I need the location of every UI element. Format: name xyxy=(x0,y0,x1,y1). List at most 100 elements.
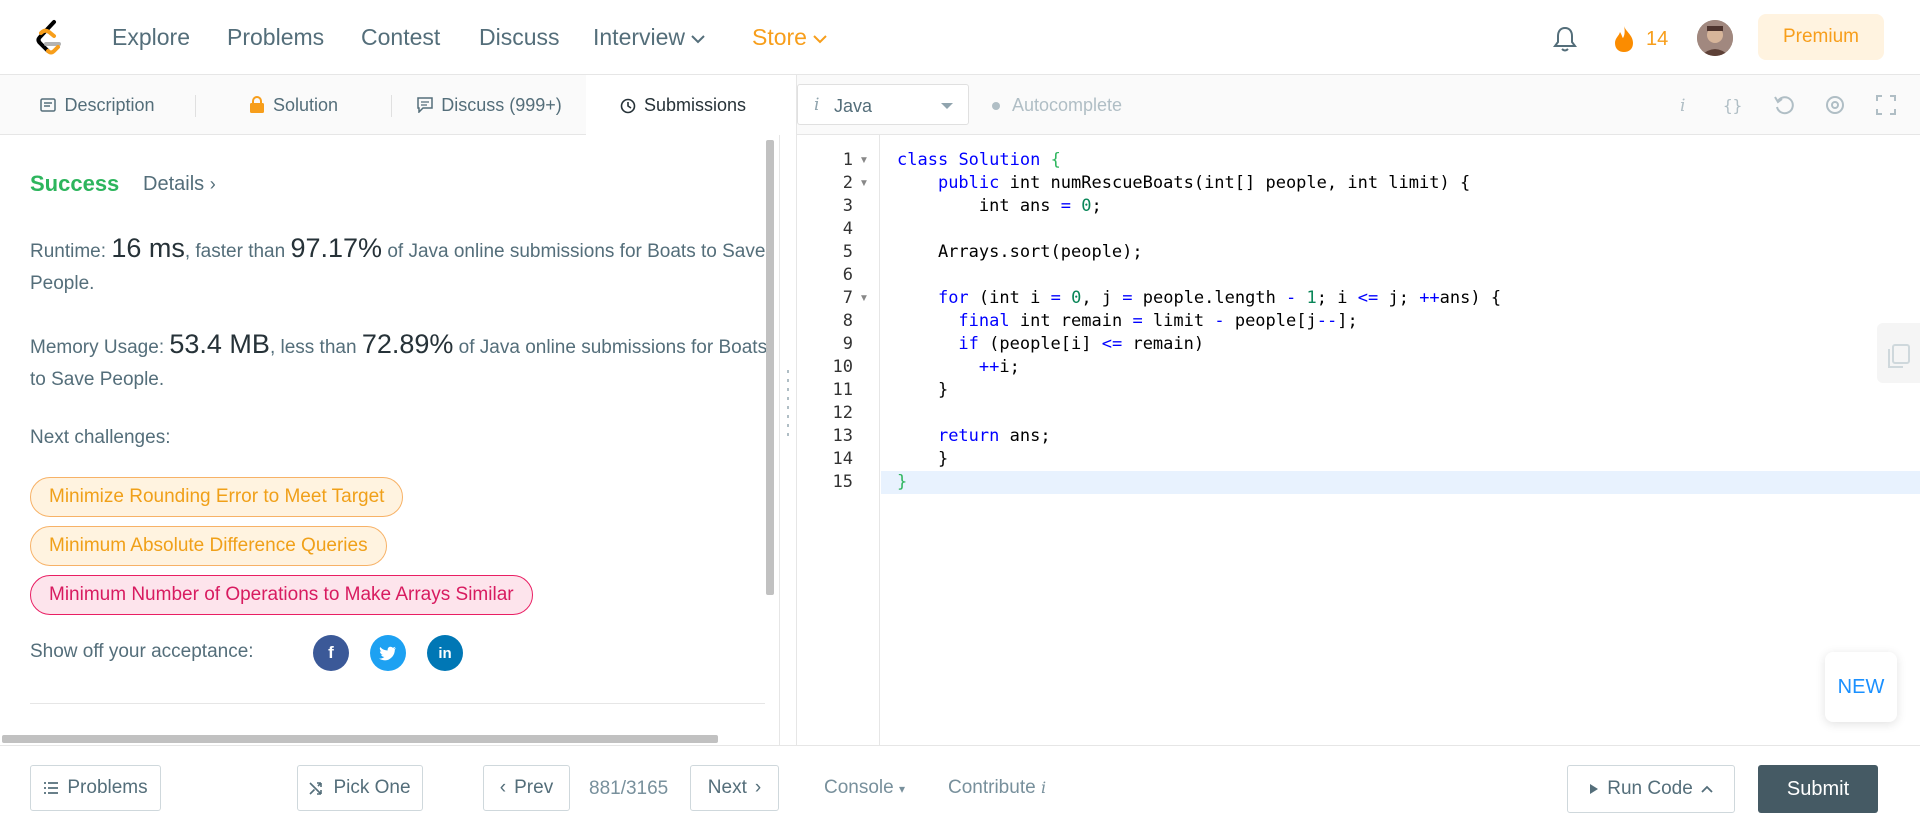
code-line: class Solution { xyxy=(897,150,1061,170)
share-label: Show off your acceptance: xyxy=(30,641,254,662)
prev-button[interactable]: ‹ Prev xyxy=(483,765,570,811)
code-line: return ans; xyxy=(937,426,1051,446)
pane-resize-handle[interactable] xyxy=(780,75,796,745)
line-number: 4 xyxy=(842,219,853,239)
line-number: 3 xyxy=(842,196,853,216)
language-label: Java xyxy=(834,96,873,116)
contribute-link[interactable]: Contribute i xyxy=(948,777,1046,799)
bottom-bar: Problems Pick One ‹ Prev 881/3165 Next ›… xyxy=(0,745,1920,816)
contribute-label: Contribute xyxy=(948,777,1036,798)
streak-count[interactable]: 14 xyxy=(1646,28,1668,51)
console-toggle[interactable]: Console ▾ xyxy=(824,777,905,799)
line-number: 8 xyxy=(842,311,853,331)
runtime-text: Runtime: 16 ms, faster than 97.17% of Ja… xyxy=(30,232,770,300)
line-number: 12 xyxy=(832,403,853,423)
nav-store-label: Store xyxy=(752,24,807,50)
clock-icon xyxy=(620,98,636,114)
info-icon: i xyxy=(814,95,820,115)
fold-arrow-icon[interactable]: ▼ xyxy=(859,293,869,304)
nav-interview-label: Interview xyxy=(593,24,686,50)
horizontal-scrollbar[interactable] xyxy=(2,735,718,743)
challenge-chip[interactable]: Minimum Number of Operations to Make Arr… xyxy=(30,575,533,615)
nav-explore[interactable]: Explore xyxy=(112,24,190,51)
code-line: int ans = 0; xyxy=(897,196,1102,216)
details-link[interactable]: Details › xyxy=(143,173,216,196)
nav-contest[interactable]: Contest xyxy=(361,24,440,51)
discuss-icon xyxy=(417,97,433,113)
pick-one-button[interactable]: Pick One xyxy=(297,765,423,811)
chevron-right-icon: › xyxy=(209,174,216,194)
run-code-label: Run Code xyxy=(1607,778,1693,799)
bell-icon[interactable] xyxy=(1552,25,1578,53)
svg-text:{}: {} xyxy=(1723,96,1742,115)
linkedin-icon[interactable]: in xyxy=(427,635,463,671)
problems-list-button[interactable]: Problems xyxy=(30,765,161,811)
editor-toolbar: i Java Autocomplete i {} xyxy=(796,75,1920,135)
twitter-icon[interactable] xyxy=(370,635,406,671)
reset-icon[interactable] xyxy=(1772,93,1796,117)
line-number-gutter: 1 2 3 4 5 6 7 8 9 10 11 12 13 14 15 ▼ ▼ … xyxy=(797,135,880,745)
tab-description[interactable]: Description xyxy=(0,75,195,135)
line-number: 10 xyxy=(832,357,853,377)
memory-percentile: 72.89% xyxy=(361,329,454,359)
autocomplete-toggle[interactable]: Autocomplete xyxy=(1012,95,1122,116)
lock-icon xyxy=(249,96,265,114)
tab-submissions[interactable]: Submissions xyxy=(586,75,780,136)
caret-down-icon: ▾ xyxy=(899,782,906,796)
run-code-button[interactable]: Run Code xyxy=(1567,765,1735,813)
vertical-scrollbar[interactable] xyxy=(766,140,774,595)
fire-icon[interactable] xyxy=(1611,24,1637,54)
fold-arrow-icon[interactable]: ▼ xyxy=(859,178,869,189)
challenge-chip[interactable]: Minimum Absolute Difference Queries xyxy=(30,526,387,566)
current-line-highlight xyxy=(881,471,1920,494)
avatar[interactable] xyxy=(1697,20,1733,56)
code-line: ++i; xyxy=(978,357,1020,377)
tab-discuss-label: Discuss (999+) xyxy=(441,94,562,115)
fold-arrow-icon[interactable]: ▼ xyxy=(859,155,869,166)
info-icon[interactable]: i xyxy=(1671,93,1695,117)
next-button[interactable]: Next › xyxy=(690,765,779,811)
code-line: for (int i = 0, j = people.length - 1; i… xyxy=(937,288,1502,308)
fullscreen-icon[interactable] xyxy=(1874,93,1898,117)
chevron-left-icon: ‹ xyxy=(499,777,507,798)
tab-discuss[interactable]: Discuss (999+) xyxy=(392,75,587,135)
prev-label: Prev xyxy=(514,777,554,798)
code-line: } xyxy=(897,449,949,469)
info-icon: i xyxy=(1040,778,1047,797)
tab-description-label: Description xyxy=(64,94,155,115)
line-number: 11 xyxy=(832,380,853,400)
code-line: public int numRescueBoats(int[] people, … xyxy=(937,173,1471,193)
code-format-icon[interactable]: {} xyxy=(1721,93,1745,117)
code-editor[interactable]: 1 2 3 4 5 6 7 8 9 10 11 12 13 14 15 ▼ ▼ … xyxy=(796,135,1920,745)
nav-problems[interactable]: Problems xyxy=(227,24,324,51)
nav-discuss[interactable]: Discuss xyxy=(479,24,560,51)
settings-icon[interactable] xyxy=(1823,93,1847,117)
nav-store[interactable]: Store xyxy=(752,24,827,51)
facebook-icon[interactable]: f xyxy=(313,635,349,671)
details-label: Details xyxy=(143,173,205,195)
line-number: 7 xyxy=(842,288,853,308)
divider xyxy=(30,703,765,704)
list-icon xyxy=(43,781,59,795)
side-panel-toggle[interactable] xyxy=(1877,323,1920,383)
nav-interview[interactable]: Interview xyxy=(593,24,705,51)
code-line: } xyxy=(897,472,908,492)
console-label: Console xyxy=(824,777,894,798)
line-number: 15 xyxy=(832,472,853,492)
problem-tabs: Description Solution Discuss (999+) Subm… xyxy=(0,75,780,136)
challenge-chip[interactable]: Minimize Rounding Error to Meet Target xyxy=(30,477,404,517)
code-line: } xyxy=(897,380,949,400)
code-line: Arrays.sort(people); xyxy=(897,242,1143,262)
submit-button[interactable]: Submit xyxy=(1758,765,1878,813)
new-feature-button[interactable]: NEW xyxy=(1825,652,1897,722)
svg-text:i: i xyxy=(1680,96,1685,116)
chevron-up-icon xyxy=(1701,785,1713,793)
tab-solution[interactable]: Solution xyxy=(196,75,391,135)
language-select[interactable]: i Java xyxy=(797,84,969,125)
leetcode-logo[interactable] xyxy=(32,18,68,58)
tab-solution-label: Solution xyxy=(272,94,339,115)
premium-button[interactable]: Premium xyxy=(1758,14,1884,60)
problems-button-label: Problems xyxy=(67,777,148,798)
memory-mid: , less than xyxy=(269,337,362,358)
drag-dots xyxy=(787,370,789,440)
